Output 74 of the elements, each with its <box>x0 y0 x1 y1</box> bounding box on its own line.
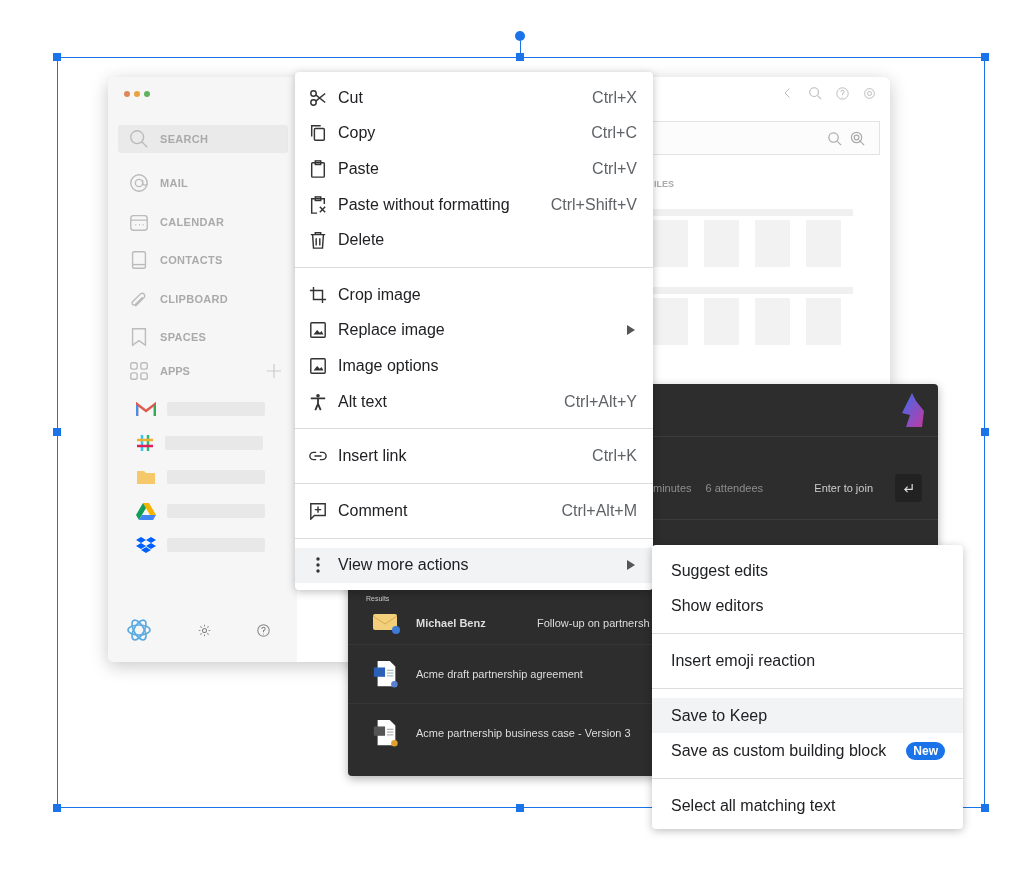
attendee-count: 6 attendees <box>705 482 764 494</box>
folder-icon[interactable] <box>136 468 156 485</box>
settings-icon[interactable] <box>863 86 876 100</box>
placeholder-tile <box>653 298 688 345</box>
crop-icon <box>309 285 327 304</box>
atom-logo-icon <box>126 617 152 643</box>
menu-item[interactable]: Image options <box>295 348 653 384</box>
new-badge: New <box>906 742 945 761</box>
image-icon <box>309 356 327 375</box>
result-title: Acme partnership business case - Version 3 <box>416 727 631 739</box>
clipboard-icon <box>309 195 327 214</box>
menu-item[interactable]: Cut Ctrl+X <box>295 80 653 116</box>
settings-icon[interactable] <box>198 623 211 637</box>
join-hint: Enter to join <box>814 482 873 494</box>
menu-item[interactable]: View more actions <box>295 547 653 584</box>
menu-item[interactable]: Copy Ctrl+C <box>295 115 653 152</box>
rotate-handle[interactable] <box>515 31 525 41</box>
menu-item[interactable]: Insert emoji reaction <box>652 643 963 679</box>
copy-icon <box>309 124 327 143</box>
search-icon[interactable] <box>808 86 822 100</box>
menu-item[interactable]: Delete <box>295 222 653 258</box>
result-title: Michael Benz <box>416 617 487 629</box>
result-title: Acme draft partnership agreement <box>416 668 583 680</box>
resize-handle[interactable] <box>53 804 61 812</box>
menu-item[interactable]: Select all matching text <box>652 787 963 824</box>
placeholder-tile <box>653 220 688 267</box>
add-comment-icon <box>309 501 327 520</box>
enter-key[interactable] <box>895 474 922 502</box>
clipboard-icon <box>309 160 327 178</box>
help-icon[interactable] <box>836 86 849 100</box>
menu-item[interactable]: Show editors <box>652 588 963 625</box>
hash-logo-icon[interactable] <box>136 433 154 452</box>
image-icon <box>309 321 327 340</box>
enter-icon <box>903 482 914 494</box>
menu-item[interactable]: Save to Keep <box>652 697 963 734</box>
search-icon[interactable] <box>827 130 842 146</box>
resize-handle[interactable] <box>981 53 989 61</box>
resize-handle[interactable] <box>516 804 524 812</box>
resize-handle[interactable] <box>516 53 524 61</box>
scissors-icon <box>309 88 327 107</box>
menu-item[interactable]: Crop image <box>295 276 653 313</box>
more-icon <box>316 557 320 574</box>
help-icon[interactable] <box>257 623 270 637</box>
menu-item[interactable]: Alt text Ctrl+Alt+Y <box>295 383 653 420</box>
add-icon[interactable] <box>266 362 282 379</box>
triangle-logo-icon[interactable] <box>136 501 156 520</box>
search-field[interactable] <box>653 121 880 155</box>
m-logo-icon[interactable] <box>136 400 156 417</box>
menu-item[interactable]: Insert link Ctrl+K <box>295 438 653 474</box>
trash-icon <box>309 231 327 250</box>
menu-item[interactable]: Save as custom building block New <box>652 733 963 769</box>
menu-item[interactable]: Comment Ctrl+Alt+M <box>295 492 653 529</box>
target-icon[interactable] <box>850 130 865 146</box>
meeting-duration: minutes <box>653 482 692 494</box>
horse-head-icon <box>902 393 926 427</box>
section-label: ILES <box>653 179 674 189</box>
resize-handle[interactable] <box>981 428 989 436</box>
result-subtitle: Follow-up on partnersh <box>537 617 650 629</box>
resize-handle[interactable] <box>981 804 989 812</box>
search-icon <box>128 128 150 150</box>
at-sign-icon <box>128 172 150 195</box>
result-row[interactable]: Michael Benz Follow-up on partnersh <box>348 602 652 644</box>
box-logo-icon[interactable] <box>136 535 156 554</box>
person-icon <box>309 392 327 411</box>
resize-handle[interactable] <box>53 428 61 436</box>
menu-item[interactable]: Replace image <box>295 312 653 349</box>
menu-item[interactable]: Suggest edits <box>652 553 963 589</box>
resize-handle[interactable] <box>53 53 61 61</box>
result-row[interactable]: Acme draft partnership agreement <box>348 644 652 703</box>
menu-item[interactable]: Paste without formatting Ctrl+Shift+V <box>295 186 653 223</box>
menu-item[interactable]: Paste Ctrl+V <box>295 151 653 187</box>
section-label: APPS <box>160 364 191 377</box>
result-row[interactable]: Acme partnership business case - Version 3 <box>348 703 652 762</box>
grid-icon <box>128 359 150 382</box>
